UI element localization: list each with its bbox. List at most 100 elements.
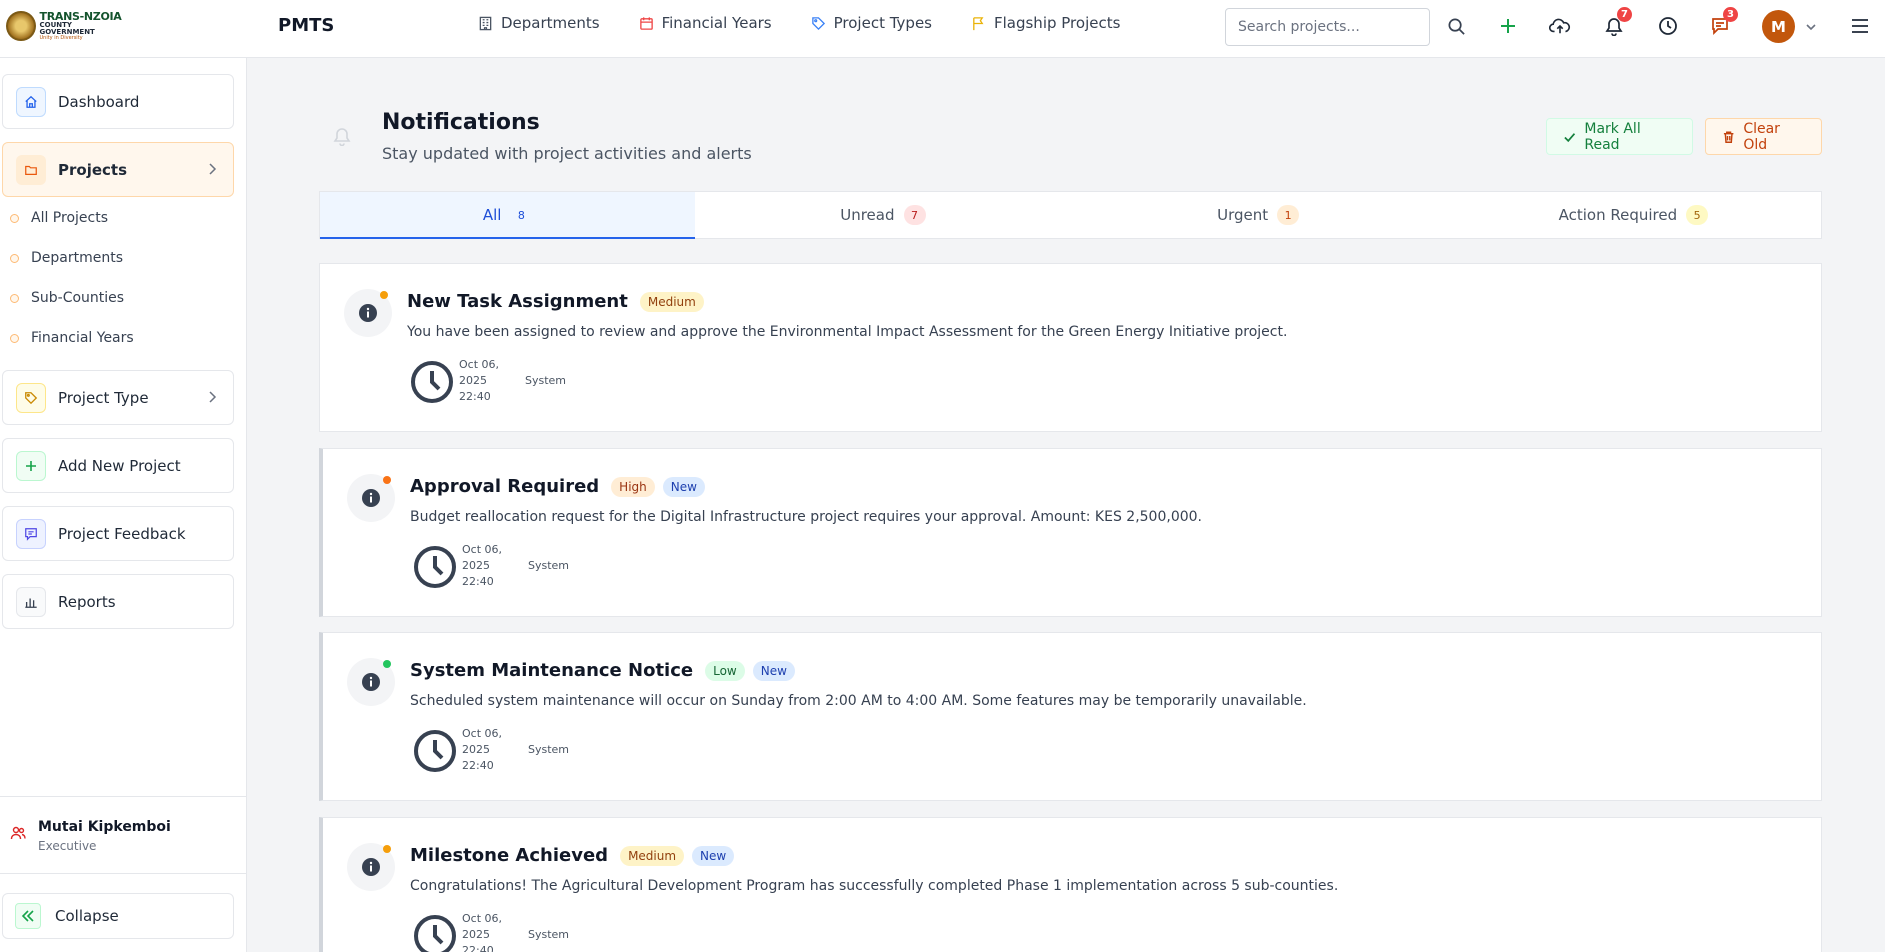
bullet-icon — [10, 333, 19, 343]
tab-count-badge: 5 — [1686, 205, 1709, 225]
notification-title: New Task Assignment Medium — [407, 291, 704, 312]
notifications-button[interactable]: 7 — [1602, 7, 1632, 38]
notification-card[interactable]: New Task Assignment Medium You have been… — [319, 263, 1822, 432]
logo-line-2: COUNTY GOVERNMENT — [39, 21, 95, 36]
sidebar-subitem-label: Financial Years — [31, 330, 134, 346]
tab-label: Urgent — [1217, 206, 1269, 224]
top-bar: TRANS-NZOIA COUNTY GOVERNMENT Unity in D… — [0, 0, 1885, 58]
notification-title: Milestone Achieved Medium New — [410, 845, 735, 866]
app-title: PMTS — [278, 15, 335, 36]
sidebar-subitem-label: Departments — [31, 250, 124, 266]
tab-all[interactable]: All 8 — [320, 192, 696, 239]
sidebar-item-label: Reports — [58, 592, 116, 611]
unread-dot — [383, 845, 391, 853]
clear-old-button[interactable]: Clear Old — [1705, 118, 1822, 155]
year-text: 2025 — [462, 743, 490, 756]
tab-action-required[interactable]: Action Required 5 — [1446, 192, 1821, 238]
building-icon — [479, 16, 492, 30]
priority-badge: Medium — [639, 291, 704, 312]
nav-departments[interactable]: Departments — [478, 14, 600, 32]
tab-count-badge: 1 — [1277, 205, 1300, 225]
sidebar-item-label: Project Feedback — [58, 524, 186, 543]
clock-icon — [414, 546, 456, 588]
clock-icon — [414, 915, 456, 952]
sidebar-subitem-label: All Projects — [31, 210, 108, 226]
notification-card[interactable]: Approval Required High New Budget reallo… — [319, 448, 1822, 617]
notification-title-text: System Maintenance Notice — [410, 660, 694, 681]
messages-count-badge: 3 — [1723, 7, 1738, 22]
notification-card[interactable]: System Maintenance Notice Low New Schedu… — [319, 632, 1822, 801]
date-text: Oct 06, — [462, 912, 503, 925]
new-badge: New — [692, 845, 735, 866]
sidebar-item-project-type[interactable]: Project Type — [2, 370, 234, 425]
nav-departments-label: Departments — [501, 14, 600, 32]
calendar-icon — [639, 16, 653, 30]
sidebar-subitem-all-projects[interactable]: All Projects — [10, 210, 108, 226]
chevron-right-icon — [209, 391, 217, 403]
notification-message: You have been assigned to review and app… — [407, 324, 1288, 340]
clear-old-label: Clear Old — [1743, 120, 1780, 153]
notification-message: Congratulations! The Agricultural Develo… — [410, 878, 1339, 894]
notification-message: Scheduled system maintenance will occur … — [410, 693, 1307, 709]
notification-date: Oct 06, 2025 22:40 — [462, 726, 512, 774]
mark-all-read-button[interactable]: Mark All Read — [1546, 118, 1693, 155]
sidebar-subitem-departments[interactable]: Departments — [10, 250, 123, 266]
nav-financial-years[interactable]: Financial Years — [639, 14, 772, 32]
search-input[interactable] — [1225, 8, 1430, 46]
notification-date: Oct 06, 2025 22:40 — [459, 357, 509, 405]
sidebar-item-dashboard[interactable]: Dashboard — [2, 74, 234, 129]
search-button[interactable] — [1444, 14, 1468, 38]
county-logo[interactable]: TRANS-NZOIA COUNTY GOVERNMENT Unity in D… — [6, 10, 128, 42]
unread-dot — [380, 291, 388, 299]
nav-flagship-projects[interactable]: Flagship Projects — [971, 14, 1120, 32]
sidebar-subitem-sub-counties[interactable]: Sub-Counties — [10, 290, 124, 306]
upload-button[interactable] — [1548, 14, 1572, 38]
sidebar-subitem-label: Sub-Counties — [31, 290, 125, 306]
add-button[interactable] — [1496, 14, 1520, 38]
check-icon — [1564, 132, 1576, 142]
date-text: Oct 06, — [462, 727, 503, 740]
notification-source: System — [525, 374, 567, 387]
user-avatar[interactable]: M — [1762, 10, 1795, 43]
sidebar-item-reports[interactable]: Reports — [2, 574, 234, 629]
history-button[interactable] — [1656, 14, 1680, 38]
sidebar-item-add-new-project[interactable]: Add New Project — [2, 438, 234, 493]
messages-button[interactable]: 3 — [1708, 7, 1738, 38]
plus-icon — [16, 450, 46, 481]
clock-icon — [411, 361, 453, 403]
top-nav: Departments Financial Years Project Type… — [478, 14, 1159, 32]
new-badge: New — [662, 476, 705, 497]
bullet-icon — [10, 253, 19, 263]
hamburger-menu-icon[interactable] — [1850, 17, 1870, 35]
notification-date: Oct 06, 2025 22:40 — [462, 542, 512, 590]
collapse-label: Collapse — [55, 907, 119, 925]
priority-badge: High — [611, 476, 655, 497]
cloud-upload-icon — [1549, 18, 1571, 34]
sidebar-item-projects[interactable]: Projects — [2, 142, 234, 197]
sidebar-item-label: Add New Project — [58, 456, 181, 475]
notification-title: Approval Required High New — [410, 476, 705, 497]
sidebar-item-project-feedback[interactable]: Project Feedback — [2, 506, 234, 561]
tab-count-badge: 7 — [903, 205, 926, 225]
sidebar-item-label: Projects — [58, 160, 128, 179]
sidebar-item-label: Dashboard — [58, 92, 140, 111]
notification-title: System Maintenance Notice Low New — [410, 660, 795, 681]
clock-icon — [414, 730, 456, 772]
tab-label: Action Required — [1558, 206, 1678, 224]
bullet-icon — [10, 293, 19, 303]
collapse-sidebar-button[interactable]: Collapse — [2, 893, 234, 939]
page-title: Notifications — [382, 110, 540, 135]
year-text: 2025 — [459, 374, 487, 387]
notification-card[interactable]: Milestone Achieved Medium New Congratula… — [319, 817, 1822, 952]
tab-unread[interactable]: Unread 7 — [695, 192, 1070, 238]
page-subtitle: Stay updated with project activities and… — [382, 144, 752, 163]
sidebar-subitem-financial-years[interactable]: Financial Years — [10, 330, 134, 346]
nav-flagship-projects-label: Flagship Projects — [993, 14, 1121, 32]
user-role: Executive — [38, 839, 97, 853]
user-profile-section[interactable]: Mutai Kipkemboi Executive — [0, 796, 246, 874]
nav-project-types[interactable]: Project Types — [811, 14, 932, 32]
chevron-down-icon[interactable] — [1804, 20, 1818, 34]
tab-urgent[interactable]: Urgent 1 — [1071, 192, 1446, 238]
date-text: Oct 06, — [462, 543, 503, 556]
home-icon — [16, 86, 46, 117]
